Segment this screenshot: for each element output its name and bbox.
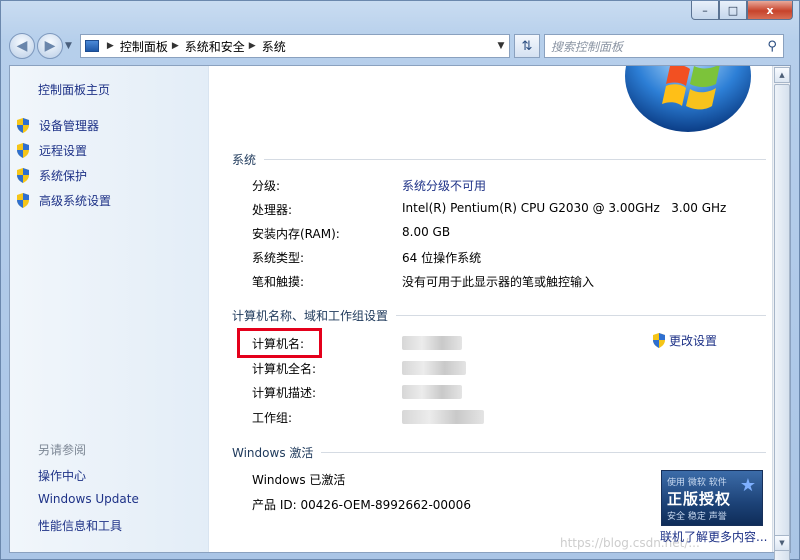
section-heading: Windows 激活	[232, 446, 314, 460]
row-label: 计算机描述:	[252, 386, 317, 400]
rating-row: 分级: 系统分级不可用	[252, 177, 486, 194]
minimize-button[interactable]: –	[691, 1, 719, 20]
rating-link[interactable]: 系统分级不可用	[402, 177, 486, 194]
section-heading: 计算机名称、域和工作组设置	[232, 309, 389, 323]
uac-shield-icon	[16, 143, 30, 158]
system-type-row: 系统类型: 64 位操作系统	[252, 249, 481, 266]
scroll-up-arrow-icon[interactable]: ▲	[774, 67, 790, 83]
refresh-button[interactable]: ⇅	[513, 34, 540, 58]
uac-shield-icon	[16, 193, 30, 208]
row-value: Intel(R) Pentium(R) CPU G2030 @ 3.00GHz …	[402, 201, 727, 215]
windows-logo-icon	[625, 66, 751, 132]
search-placeholder: 搜索控制面板	[550, 39, 623, 54]
back-button[interactable]: ◀	[9, 33, 35, 59]
close-button[interactable]: x	[747, 1, 793, 20]
address-bar[interactable]: ▶ 控制面板 ▶ 系统和安全 ▶ 系统 ▼	[79, 34, 510, 58]
section-heading: 系统	[232, 153, 257, 167]
control-panel-home-link[interactable]: 控制面板主页	[38, 81, 110, 98]
divider	[264, 159, 766, 160]
row-label: 笔和触摸:	[252, 275, 305, 289]
forward-button[interactable]: ▶	[37, 33, 63, 59]
system-section-title: 系统	[232, 151, 766, 168]
ram-row: 安装内存(RAM): 8.00 GB	[252, 225, 450, 242]
windows-update-link[interactable]: Windows Update	[38, 492, 139, 506]
computer-name-row: 计算机名:	[252, 335, 402, 352]
change-settings-label: 更改设置	[669, 334, 718, 348]
row-label: 工作组:	[252, 411, 293, 425]
row-label: 计算机全名:	[252, 362, 317, 376]
full-computer-name-row: 计算机全名:	[252, 360, 402, 377]
breadcrumb-separator-icon[interactable]: ▶	[249, 41, 256, 51]
search-icon[interactable]: ⚲	[767, 39, 777, 54]
breadcrumb-system[interactable]: 系统	[262, 38, 286, 55]
activation-status: Windows 已激活	[252, 473, 346, 487]
task-pane: 控制面板主页 设备管理器 远程设置 系统保护 高级系统设置 另请参阅 操作中心 …	[10, 66, 209, 552]
breadcrumb-system-security[interactable]: 系统和安全	[185, 38, 245, 55]
computer-name-section-title: 计算机名称、域和工作组设置	[232, 307, 766, 324]
forward-arrow-icon: ▶	[44, 38, 56, 54]
see-also-heading: 另请参阅	[38, 443, 87, 457]
computer-description-row: 计算机描述:	[252, 384, 402, 401]
row-label: 处理器:	[252, 203, 293, 217]
genuine-microsoft-badge[interactable]: 使用 微软 软件 正版授权 安全 稳定 声誉 ★	[661, 470, 763, 526]
divider	[396, 315, 766, 316]
uac-shield-icon	[652, 333, 666, 348]
back-arrow-icon: ◀	[16, 38, 28, 54]
system-window: – □ x ◀ ▶ ▼ ▶ 控制面板 ▶ 系统和安全 ▶ 系统 ▼ ⇅ 搜索控制…	[0, 0, 800, 560]
breadcrumb-control-panel[interactable]: 控制面板	[120, 38, 168, 55]
breadcrumb-separator-icon[interactable]: ▶	[172, 41, 179, 51]
product-id-row: 产品 ID: 00426-OEM-8992662-00006	[252, 496, 471, 513]
row-value: 没有可用于此显示器的笔或触控输入	[402, 275, 595, 289]
advanced-system-settings-link[interactable]: 高级系统设置	[16, 192, 111, 209]
redacted-value	[402, 410, 484, 424]
change-settings-link[interactable]: 更改设置	[652, 332, 717, 349]
breadcrumb-separator-icon[interactable]: ▶	[107, 41, 114, 51]
task-label: 高级系统设置	[39, 194, 112, 208]
learn-more-online-link[interactable]: 联机了解更多内容...	[660, 528, 767, 545]
navigation-bar: ◀ ▶ ▼ ▶ 控制面板 ▶ 系统和安全 ▶ 系统 ▼ ⇅ 搜索控制面板 ⚲	[9, 31, 791, 61]
address-dropdown-icon[interactable]: ▼	[493, 41, 509, 51]
caption-buttons: – □ x	[691, 1, 793, 20]
row-label: 计算机名:	[252, 337, 305, 351]
control-panel-icon	[84, 40, 99, 52]
redacted-value	[402, 361, 466, 375]
system-protection-link[interactable]: 系统保护	[16, 167, 87, 184]
maximize-button[interactable]: □	[719, 1, 747, 20]
processor-row: 处理器: Intel(R) Pentium(R) CPU G2030 @ 3.0…	[252, 201, 726, 218]
remote-settings-link[interactable]: 远程设置	[16, 142, 87, 159]
redacted-value	[402, 336, 462, 350]
row-value: 8.00 GB	[402, 225, 451, 239]
uac-shield-icon	[16, 118, 30, 133]
product-id: 产品 ID: 00426-OEM-8992662-00006	[252, 498, 471, 512]
row-label: 系统类型:	[252, 251, 305, 265]
row-label: 安装内存(RAM):	[252, 227, 340, 241]
refresh-icon: ⇅	[521, 38, 533, 54]
workgroup-row: 工作组:	[252, 409, 402, 426]
scroll-thumb[interactable]	[774, 84, 790, 560]
badge-line-3: 安全 稳定 声誉	[667, 512, 727, 522]
task-label: 设备管理器	[39, 119, 100, 133]
row-value: 64 位操作系统	[402, 251, 482, 265]
content-area: 控制面板主页 设备管理器 远程设置 系统保护 高级系统设置 另请参阅 操作中心 …	[9, 65, 791, 560]
uac-shield-icon	[16, 168, 30, 183]
activation-status-row: Windows 已激活	[252, 471, 345, 488]
task-label: 系统保护	[39, 169, 88, 183]
action-center-link[interactable]: 操作中心	[38, 467, 86, 484]
recent-pages-dropdown-icon[interactable]: ▼	[65, 41, 72, 51]
device-manager-link[interactable]: 设备管理器	[16, 117, 99, 134]
vertical-scrollbar[interactable]: ▲ ▼	[772, 66, 790, 560]
system-details-pane: 系统 分级: 系统分级不可用 处理器: Intel(R) Pentium(R) …	[210, 66, 768, 552]
performance-info-link[interactable]: 性能信息和工具	[38, 517, 122, 534]
divider	[321, 452, 766, 453]
row-label: 分级:	[252, 179, 281, 193]
scroll-down-arrow-icon[interactable]: ▼	[774, 535, 790, 551]
search-input[interactable]: 搜索控制面板 ⚲	[543, 34, 784, 58]
task-label: 远程设置	[39, 144, 88, 158]
activation-section-title: Windows 激活	[232, 444, 766, 461]
pen-touch-row: 笔和触摸: 没有可用于此显示器的笔或触控输入	[252, 273, 594, 290]
redacted-value	[402, 385, 462, 399]
star-icon: ★	[739, 475, 756, 496]
